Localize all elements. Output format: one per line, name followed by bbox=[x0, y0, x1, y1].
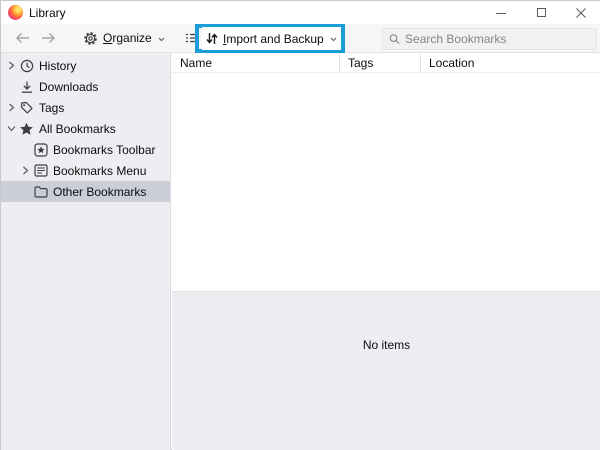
search-icon bbox=[389, 33, 400, 45]
chevron-right-icon[interactable] bbox=[19, 166, 32, 175]
folder-icon bbox=[32, 186, 49, 198]
sidebar-item-label: Bookmarks Toolbar bbox=[53, 143, 156, 157]
bookmarks-toolbar-icon bbox=[32, 143, 49, 157]
library-window: { "window": { "title": "Library" }, "too… bbox=[0, 0, 600, 450]
sidebar-item-label: Downloads bbox=[39, 80, 98, 94]
bookmarks-menu-icon bbox=[32, 164, 49, 177]
forward-button[interactable] bbox=[35, 26, 61, 50]
title-bar: Library bbox=[1, 1, 600, 24]
clock-icon bbox=[18, 59, 35, 73]
back-button[interactable] bbox=[9, 26, 35, 50]
maximize-icon bbox=[537, 8, 546, 17]
window-controls bbox=[481, 1, 600, 24]
column-header-row: Name Tags Location bbox=[172, 53, 600, 73]
download-icon bbox=[18, 80, 35, 94]
sidebar-item-all-bookmarks[interactable]: All Bookmarks bbox=[1, 118, 170, 139]
organize-button[interactable]: Organize bbox=[77, 26, 171, 50]
column-header-tags[interactable]: Tags bbox=[339, 53, 420, 72]
firefox-logo-icon bbox=[8, 5, 23, 20]
maximize-button[interactable] bbox=[521, 1, 561, 24]
search-input[interactable] bbox=[405, 32, 590, 46]
search-box bbox=[382, 28, 597, 50]
chevron-right-icon[interactable] bbox=[5, 61, 18, 70]
chevron-down-icon bbox=[158, 37, 165, 42]
minimize-button[interactable] bbox=[481, 1, 521, 24]
chevron-down-icon[interactable] bbox=[5, 125, 18, 132]
views-list-icon bbox=[185, 32, 199, 44]
sidebar-item-bookmarks-menu[interactable]: Bookmarks Menu bbox=[1, 160, 170, 181]
sidebar-item-downloads[interactable]: Downloads bbox=[1, 76, 170, 97]
sidebar-item-bookmarks-toolbar[interactable]: Bookmarks Toolbar bbox=[1, 139, 170, 160]
star-icon bbox=[18, 122, 35, 136]
sidebar-item-label: Bookmarks Menu bbox=[53, 164, 146, 178]
back-arrow-icon bbox=[15, 32, 30, 44]
sidebar-item-label: All Bookmarks bbox=[39, 122, 116, 136]
sidebar-item-other-bookmarks[interactable]: Other Bookmarks bbox=[1, 181, 170, 202]
sidebar-item-history[interactable]: History bbox=[1, 55, 170, 76]
detail-pane: No items bbox=[172, 291, 600, 450]
forward-arrow-icon bbox=[41, 32, 56, 44]
organize-label: Organize bbox=[103, 31, 152, 45]
sidebar-item-label: Tags bbox=[39, 101, 64, 115]
sidebar-item-tags[interactable]: Tags bbox=[1, 97, 170, 118]
column-header-name[interactable]: Name bbox=[172, 53, 339, 72]
close-icon bbox=[576, 8, 586, 18]
minimize-icon bbox=[496, 8, 506, 18]
import-and-backup-button[interactable]: Import and Backup bbox=[202, 27, 341, 50]
chevron-down-icon bbox=[330, 37, 337, 42]
window-title: Library bbox=[29, 6, 66, 20]
tag-icon bbox=[18, 101, 35, 115]
close-button[interactable] bbox=[561, 1, 600, 24]
column-header-location[interactable]: Location bbox=[420, 53, 600, 72]
sidebar-item-label: History bbox=[39, 59, 76, 73]
chevron-right-icon[interactable] bbox=[5, 103, 18, 112]
import-export-arrows-icon bbox=[206, 32, 218, 45]
sidebar-item-label: Other Bookmarks bbox=[53, 185, 146, 199]
import-and-backup-label: Import and Backup bbox=[223, 32, 324, 46]
library-sidebar: History Downloads Tags All Bookmarks Boo… bbox=[1, 53, 171, 450]
empty-state-message: No items bbox=[172, 292, 600, 352]
gear-icon bbox=[83, 31, 98, 46]
